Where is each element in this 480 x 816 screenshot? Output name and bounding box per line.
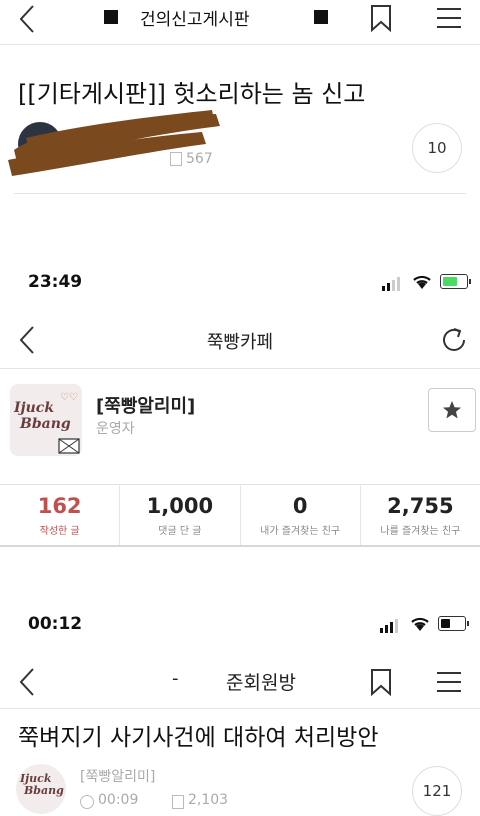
profile-role: 운영자 [96, 421, 135, 437]
header-bar: - 준회원방 [0, 660, 480, 704]
logo-text: Bbang [20, 416, 71, 432]
star-icon [443, 401, 461, 419]
square-marker-icon [104, 10, 118, 24]
logo-text: Bbang [24, 784, 64, 797]
board-title: 준회원방 [226, 672, 296, 694]
divider [0, 44, 480, 45]
comment-count-button[interactable]: 10 [412, 123, 462, 173]
divider [14, 193, 466, 194]
chevron-left-icon [19, 5, 34, 33]
status-time: 00:12 [28, 614, 83, 634]
clock-icon [80, 795, 94, 809]
stat-my-favorites[interactable]: 0 내가 즐겨찾는 친구 [241, 485, 361, 545]
cafe-avatar: Ijuck Bbang ♡♡ [10, 384, 82, 456]
wifi-icon [412, 274, 432, 294]
bookmark-icon [371, 5, 391, 32]
divider [0, 368, 480, 369]
stat-favorited-by[interactable]: 2,755 나를 즐겨찾는 친구 [361, 485, 480, 545]
post-title: 쭉벼지기 사기사건에 대하여 처리방안 [18, 725, 379, 751]
logo-text: Ijuck [14, 400, 55, 416]
bookmark-icon [371, 669, 391, 696]
view-count: 567 [186, 151, 213, 167]
author-name: [쭉빵알리미] [80, 769, 156, 785]
stat-value: 0 [292, 493, 308, 518]
stat-posts[interactable]: 162 작성한 글 [0, 485, 121, 545]
signal-icon [382, 276, 404, 295]
screen-1: 건의신고게시판 [[기타게시판]] 헛소리하는 놈 신고 567 10 [0, 0, 480, 250]
stat-comments[interactable]: 1,000 댓글 단 글 [120, 485, 241, 545]
heart-icon: ♡♡ [60, 392, 78, 403]
stats-bar: 162 작성한 글 1,000 댓글 단 글 0 내가 즐겨찾는 친구 2,75… [0, 484, 480, 547]
bookmark-button[interactable] [366, 2, 396, 34]
wifi-icon [410, 616, 430, 636]
redaction-scribble [6, 108, 224, 180]
stat-label: 작성한 글 [39, 525, 80, 537]
header-dash: - [172, 668, 179, 689]
stat-value: 2,755 [387, 493, 454, 518]
view-count-icon [172, 795, 184, 809]
status-bar: 00:12 [0, 606, 480, 646]
divider [0, 708, 480, 709]
tag-icon [58, 438, 80, 456]
menu-button[interactable] [434, 668, 464, 696]
square-marker-icon [314, 10, 328, 24]
post-title: [[기타게시판]] 헛소리하는 놈 신고 [18, 80, 366, 108]
status-bar: 23:49 [0, 266, 480, 306]
favorite-button[interactable] [428, 388, 476, 432]
back-button[interactable] [10, 2, 44, 36]
refresh-icon [443, 328, 465, 351]
battery-icon [438, 616, 469, 631]
chevron-left-icon [19, 668, 34, 696]
view-count-icon [170, 152, 182, 166]
profile-name: [쭉빵알리미] [96, 396, 196, 417]
author-avatar: Ijuck Bbang [16, 764, 66, 814]
refresh-button[interactable] [436, 322, 472, 358]
status-time: 23:49 [28, 272, 83, 292]
view-count: 2,103 [188, 792, 229, 808]
hamburger-menu-icon [437, 8, 461, 28]
back-button[interactable] [10, 664, 44, 700]
signal-icon [380, 618, 402, 637]
stat-value: 162 [37, 493, 82, 518]
cafe-title: 쭉빵카페 [206, 332, 274, 353]
stat-label: 내가 즐겨찾는 친구 [260, 525, 341, 537]
header-bar: 건의신고게시판 [0, 0, 480, 40]
battery-icon [440, 274, 471, 289]
post-time: 00:09 [98, 792, 139, 808]
stat-label: 나를 즐겨찾는 친구 [380, 525, 461, 537]
bookmark-button[interactable] [366, 666, 396, 698]
comment-count-button[interactable]: 121 [412, 766, 462, 816]
board-title: 건의신고게시판 [140, 10, 250, 30]
stat-value: 1,000 [146, 493, 214, 518]
header-bar: 쭉빵카페 [0, 316, 480, 364]
menu-button[interactable] [434, 4, 464, 32]
hamburger-menu-icon [437, 672, 461, 692]
stat-label: 댓글 단 글 [158, 525, 202, 537]
